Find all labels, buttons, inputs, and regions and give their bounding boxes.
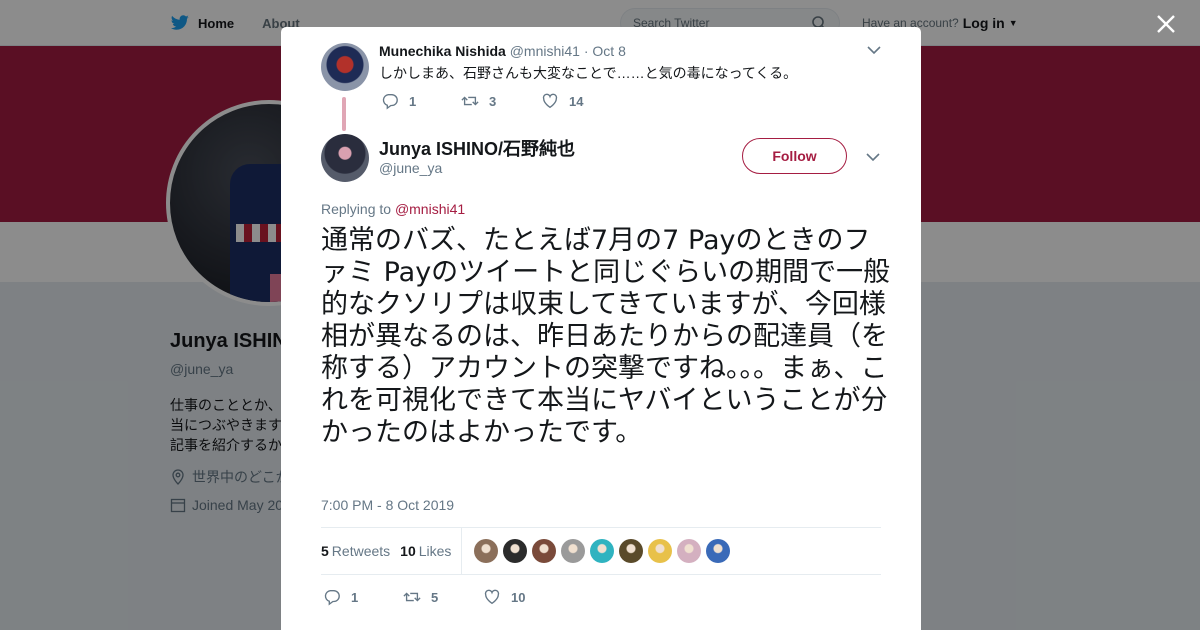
like-count: 10 [511,589,526,605]
retweet-count: 5 [431,589,439,605]
tweet-modal: Munechika Nishida @mnishi41 · Oct 8 しかしま… [281,27,921,630]
retweet-icon [461,96,479,106]
liker-avatar[interactable] [532,539,557,563]
retweets-stat-count: 5 [321,543,329,559]
thread-connector [342,97,346,131]
retweets-stat-label: Retweets [331,543,391,559]
author-name[interactable]: Junya ISHINO/石野純也 [379,135,575,161]
liker-avatars [474,539,731,563]
liker-avatar[interactable] [677,539,702,563]
like-button[interactable]: 14 [541,92,621,110]
reply-button[interactable]: 1 [381,92,461,110]
reply-count: 1 [409,93,417,109]
parent-date[interactable]: · Oct 8 [584,43,626,59]
parent-avatar[interactable] [321,43,369,91]
reply-count: 1 [351,589,359,605]
tweet-stats: 5 Retweets 10 Likes [321,527,881,575]
liker-avatar[interactable] [648,539,673,563]
liker-avatar[interactable] [561,539,586,563]
reply-icon [324,590,340,606]
close-icon[interactable] [1154,12,1178,36]
retweet-count: 3 [489,93,497,109]
chevron-down-icon[interactable] [866,152,880,162]
tweet-timestamp[interactable]: 7:00 PM - 8 Oct 2019 [321,497,454,513]
replying-to: Replying to @mnishi41 [321,201,465,217]
follow-button[interactable]: Follow [742,138,847,174]
retweets-stat[interactable]: 5 Retweets [321,543,390,559]
retweet-button[interactable]: 5 [403,588,483,606]
heart-icon [542,93,558,109]
author-avatar[interactable] [321,134,369,182]
reply-button[interactable]: 1 [323,588,403,606]
replying-mention[interactable]: @mnishi41 [395,201,465,217]
retweet-icon [403,592,421,602]
like-button[interactable]: 10 [483,588,563,606]
chevron-down-icon[interactable] [867,45,881,55]
heart-icon [484,589,500,605]
parent-author-name[interactable]: Munechika Nishida [379,43,506,59]
parent-actions: 1 3 14 [381,92,621,110]
liker-avatar[interactable] [590,539,615,563]
stats-divider [461,527,463,575]
likes-stat[interactable]: 10 Likes [400,543,451,559]
liker-avatar[interactable] [619,539,644,563]
parent-header: Munechika Nishida @mnishi41 · Oct 8 [379,43,626,59]
author-handle[interactable]: @june_ya [379,160,442,176]
retweet-button[interactable]: 3 [461,92,541,110]
liker-avatar[interactable] [503,539,528,563]
replying-prefix: Replying to [321,201,392,217]
parent-author-handle[interactable]: @mnishi41 [510,43,580,59]
like-count: 14 [569,93,584,109]
liker-avatar[interactable] [706,539,731,563]
reply-icon [382,94,398,110]
liker-avatar[interactable] [474,539,499,563]
tweet-actions: 1 5 10 [323,588,563,606]
parent-text: しかしまあ、石野さんも大変なことで……と気の毒になってくる。 [379,65,798,81]
tweet-text: 通常のバズ、たとえば7月の7 Payのときのファミ Payのツイートと同じぐらい… [321,225,891,448]
likes-stat-count: 10 [400,543,416,559]
likes-stat-label: Likes [418,543,452,559]
